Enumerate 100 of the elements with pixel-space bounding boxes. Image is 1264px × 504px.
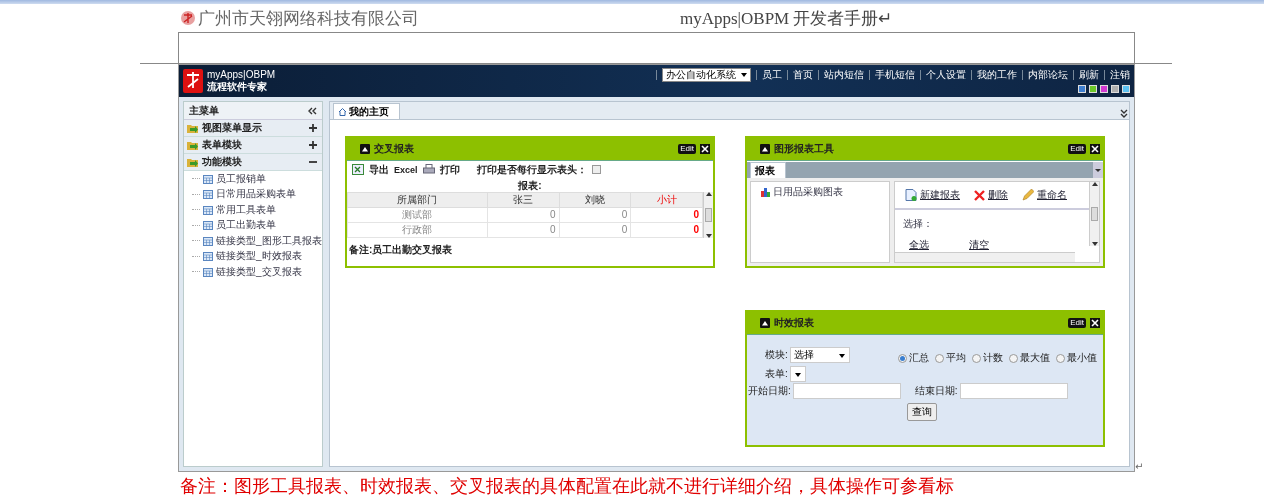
nav-link[interactable]: 注销: [1110, 68, 1130, 82]
double-chevron-icon: [1119, 109, 1129, 119]
menu-item[interactable]: 员工出勤表单: [216, 218, 276, 233]
tab[interactable]: 报表: [750, 162, 786, 178]
table-cell: 0: [487, 207, 560, 223]
theme-swatch[interactable]: [1122, 85, 1130, 93]
action-link[interactable]: 新建报表: [920, 188, 960, 202]
query-button[interactable]: 查询: [907, 403, 937, 421]
delete-icon: [974, 189, 985, 201]
logo-slogan: 流程软件专家: [207, 81, 267, 93]
menu-item[interactable]: 链接类型_图形工具报表: [216, 233, 322, 248]
nav-link[interactable]: 我的工作: [977, 68, 1017, 82]
scroll-up-icon[interactable]: [705, 192, 712, 196]
scroll-thumb[interactable]: [705, 208, 712, 222]
radio-button[interactable]: [898, 353, 907, 363]
scroll-down-icon[interactable]: [1091, 242, 1098, 246]
nav-link[interactable]: 手机短信: [875, 68, 915, 82]
field-label: 开始日期:: [748, 384, 791, 398]
caret-icon: [741, 73, 747, 77]
nav-link[interactable]: 站内短信: [824, 68, 864, 82]
menu-item[interactable]: 链接类型_时效报表: [216, 249, 302, 264]
nav-link[interactable]: 首页: [793, 68, 813, 82]
table-icon: [203, 173, 213, 184]
menu-group[interactable]: 视图菜单显示: [184, 120, 322, 137]
home-icon: [338, 107, 347, 116]
table-icon: [203, 266, 213, 277]
nav-link[interactable]: 员工: [762, 68, 782, 82]
close-icon: [1090, 144, 1100, 154]
menu-item[interactable]: 员工报销单: [216, 171, 266, 186]
collapse-icon: [760, 144, 770, 154]
print-header-checkbox[interactable]: [591, 165, 601, 174]
tree-item[interactable]: 日用品采购图表: [773, 185, 843, 199]
bar-chart-icon: [761, 187, 771, 197]
theme-swatch[interactable]: [1089, 85, 1097, 93]
document-title: myApps|OBPM 开发者手册↵: [680, 7, 893, 30]
print-button[interactable]: 打印: [439, 162, 460, 177]
scrollbar[interactable]: [895, 252, 1075, 262]
radio-label: 计数: [983, 351, 1003, 365]
theme-swatch[interactable]: [1111, 85, 1119, 93]
select-link[interactable]: 清空: [969, 238, 989, 252]
menu-item[interactable]: 日常用品采购表单: [216, 187, 296, 202]
nav-link[interactable]: 刷新: [1079, 68, 1099, 82]
panel-title: 交叉报表: [374, 142, 414, 156]
close-icon: [700, 144, 710, 154]
plus-icon[interactable]: [309, 141, 317, 149]
company-name: 广州市天翎网络科技有限公司: [198, 7, 419, 30]
form-select[interactable]: [789, 366, 806, 382]
scroll-down-icon[interactable]: [705, 234, 712, 238]
scrollbar[interactable]: [703, 192, 713, 238]
table-cell: 0: [487, 222, 560, 238]
pencil-icon: [1022, 189, 1034, 201]
scrollbar[interactable]: [1089, 182, 1099, 246]
plus-icon[interactable]: [309, 124, 317, 132]
caret-icon: [794, 373, 801, 377]
table-cell: 0: [559, 222, 631, 238]
end-date-field[interactable]: [959, 383, 1068, 399]
tab[interactable]: 我的主页: [333, 103, 400, 119]
caret-icon: [838, 354, 845, 358]
field-label: 结束日期:: [914, 384, 958, 398]
table-icon: [203, 220, 213, 231]
column-header: 小计: [630, 192, 703, 208]
table-icon: [203, 189, 213, 200]
panel-title: 时效报表: [774, 316, 814, 330]
dropdown-icon[interactable]: [1093, 162, 1103, 178]
scroll-up-icon[interactable]: [1091, 182, 1098, 186]
theme-swatch[interactable]: [1078, 85, 1086, 93]
menu-group[interactable]: 表单模块: [184, 137, 322, 154]
field-label: 表单:: [765, 367, 788, 381]
action-link[interactable]: 删除: [988, 188, 1008, 202]
export-button[interactable]: 导出: [369, 162, 389, 177]
table-cell: 行政部: [347, 222, 488, 238]
theme-swatch[interactable]: [1100, 85, 1108, 93]
edit-button[interactable]: Edit: [1068, 144, 1086, 154]
table-icon: [203, 204, 213, 215]
radio-button[interactable]: [1009, 353, 1018, 363]
nav-link[interactable]: 个人设置: [926, 68, 966, 82]
edit-button[interactable]: Edit: [1068, 318, 1086, 328]
nav-link[interactable]: 内部论坛: [1028, 68, 1068, 82]
menu-group[interactable]: 功能模块: [184, 154, 322, 171]
scroll-thumb[interactable]: [1091, 207, 1098, 221]
radio-button[interactable]: [935, 353, 944, 363]
menu-item[interactable]: 常用工具表单: [216, 202, 276, 217]
select-link[interactable]: 全选: [909, 238, 929, 252]
new-document-icon: [905, 189, 917, 201]
sidebar-title: 主菜单: [189, 103, 219, 118]
module-select[interactable]: 选择: [789, 347, 850, 363]
folder-icon: [187, 123, 199, 133]
system-select[interactable]: 办公自动化系统: [662, 68, 751, 82]
action-link[interactable]: 重命名: [1037, 188, 1067, 202]
checkbox-label: 打印是否每行显示表头：: [476, 162, 587, 177]
note-text: 备注：图形工具报表、时效报表、交叉报表的具体配置在此就不进行详细介绍，具体操作可参看标: [180, 475, 955, 498]
radio-button[interactable]: [1056, 353, 1065, 363]
radio-button[interactable]: [972, 353, 981, 363]
menu-item[interactable]: 链接类型_交叉报表: [216, 264, 302, 279]
table-cell: 测试部: [347, 207, 488, 223]
field-label: 模块:: [765, 348, 788, 362]
edit-button[interactable]: Edit: [678, 144, 696, 154]
minus-icon[interactable]: [309, 158, 317, 166]
radio-label: 汇总: [909, 351, 929, 365]
start-date-field[interactable]: [792, 383, 901, 399]
